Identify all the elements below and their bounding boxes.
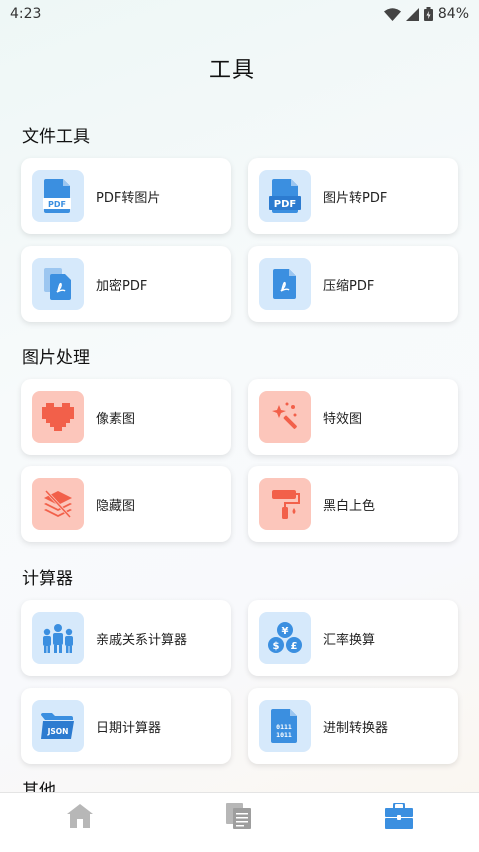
hidden-layers-icon: [44, 489, 72, 519]
section-title-other: 其他: [22, 781, 56, 792]
svg-text:PDF: PDF: [48, 200, 66, 209]
tool-label: PDF转图片: [96, 190, 161, 206]
magic-wand-icon: [272, 402, 297, 429]
pdf-badge-icon: PDF: [269, 179, 301, 213]
tool-card-effects[interactable]: 特效图: [248, 379, 458, 455]
section-title-image-processing: 图片处理: [22, 348, 90, 368]
binary-bottom-text: 1011: [276, 731, 292, 739]
tool-card-exchange-rate[interactable]: ¥ $ £ 汇率换算: [248, 600, 458, 676]
tool-label: 汇率换算: [323, 632, 376, 648]
svg-text:£: £: [291, 641, 298, 652]
documents-icon: [226, 802, 252, 829]
tool-card-colorize[interactable]: 黑白上色: [248, 466, 458, 542]
binary-file-icon: 0111 1011: [271, 709, 297, 743]
pdf-compress-icon: [273, 269, 296, 299]
tool-card-relative-calculator[interactable]: 亲戚关系计算器: [21, 600, 231, 676]
binary-top-text: 0111: [276, 723, 292, 731]
tool-card-compress-pdf[interactable]: 压缩PDF: [248, 246, 458, 322]
tool-card-pixel-art[interactable]: 像素图: [21, 379, 231, 455]
svg-text:¥: ¥: [282, 626, 289, 637]
tool-label: 特效图: [323, 411, 363, 427]
nav-item-home[interactable]: [50, 796, 110, 836]
tool-card-base-converter[interactable]: 0111 1011 进制转换器: [248, 688, 458, 764]
pdf-file-icon: PDF: [43, 179, 71, 213]
tool-label: 亲戚关系计算器: [96, 632, 188, 648]
status-time: 4:23: [10, 6, 42, 22]
home-icon: [66, 803, 93, 828]
status-icons: 84%: [383, 6, 469, 22]
tool-card-pdf-to-image[interactable]: PDF PDF转图片: [21, 158, 231, 234]
currency-icon: ¥ $ £: [268, 622, 302, 653]
svg-text:$: $: [273, 641, 280, 652]
family-icon: [43, 624, 73, 653]
nav-item-documents[interactable]: [209, 796, 269, 836]
tool-label: 进制转换器: [323, 720, 389, 736]
tool-card-encrypt-pdf[interactable]: 加密PDF: [21, 246, 231, 322]
pdf-lock-icon: [44, 268, 71, 300]
json-folder-icon: JSON: [41, 713, 74, 739]
tool-card-hidden-image[interactable]: 隐藏图: [21, 466, 231, 542]
toolbox-icon: [385, 802, 414, 829]
paint-roller-icon: [272, 490, 300, 519]
wifi-icon: [383, 7, 401, 21]
tool-card-image-to-pdf[interactable]: PDF 图片转PDF: [248, 158, 458, 234]
status-bar: 4:23 84%: [0, 0, 479, 28]
section-title-calculators: 计算器: [22, 569, 73, 589]
page-title: 工具: [208, 58, 255, 83]
bottom-nav: [0, 792, 479, 852]
svg-text:PDF: PDF: [274, 199, 296, 210]
tool-label: 图片转PDF: [323, 190, 388, 206]
battery-icon: [423, 7, 433, 21]
tool-label: 隐藏图: [96, 498, 136, 514]
signal-icon: [405, 7, 419, 21]
tool-label: 压缩PDF: [323, 278, 375, 294]
json-text: JSON: [47, 727, 69, 736]
tool-label: 加密PDF: [96, 278, 148, 294]
tool-label: 日期计算器: [96, 720, 162, 736]
battery-level: 84%: [437, 6, 469, 22]
pixel-heart-icon: [42, 403, 74, 431]
tool-label: 黑白上色: [323, 498, 376, 514]
nav-item-tools[interactable]: [369, 796, 429, 836]
tool-label: 像素图: [96, 411, 136, 427]
tool-card-date-calculator[interactable]: JSON 日期计算器: [21, 688, 231, 764]
section-title-file-tools: 文件工具: [22, 127, 90, 147]
